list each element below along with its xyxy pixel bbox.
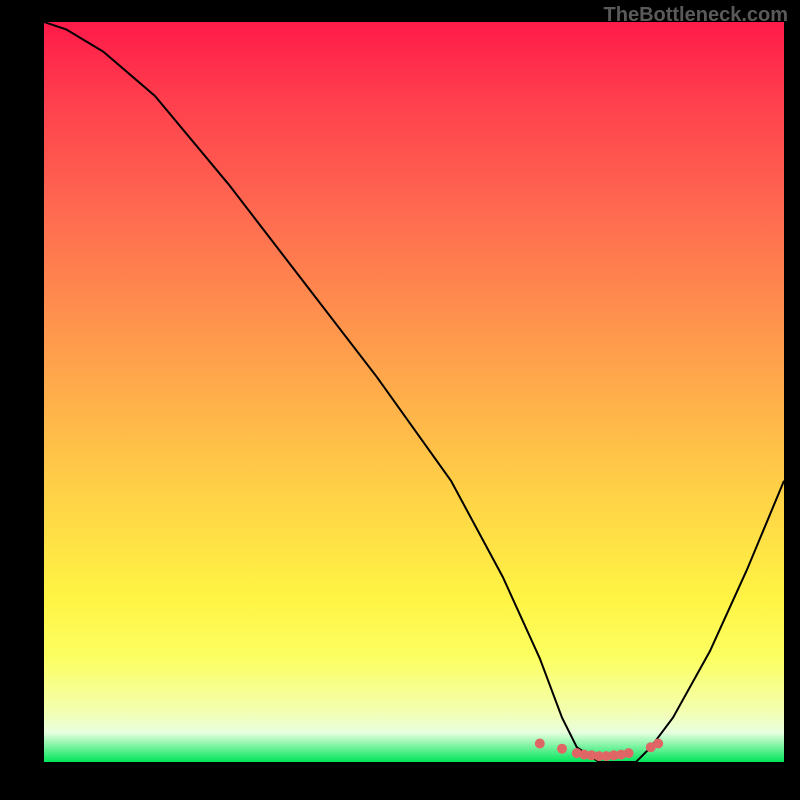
optimal-marker-dot	[653, 739, 663, 749]
chart-plot-area	[44, 22, 784, 762]
optimal-range-markers	[535, 739, 663, 762]
optimal-marker-dot	[624, 748, 634, 758]
watermark-text: TheBottleneck.com	[604, 4, 788, 27]
bottleneck-curve-line	[44, 22, 784, 762]
optimal-marker-dot	[535, 739, 545, 749]
chart-svg	[44, 22, 784, 762]
optimal-marker-dot	[557, 744, 567, 754]
